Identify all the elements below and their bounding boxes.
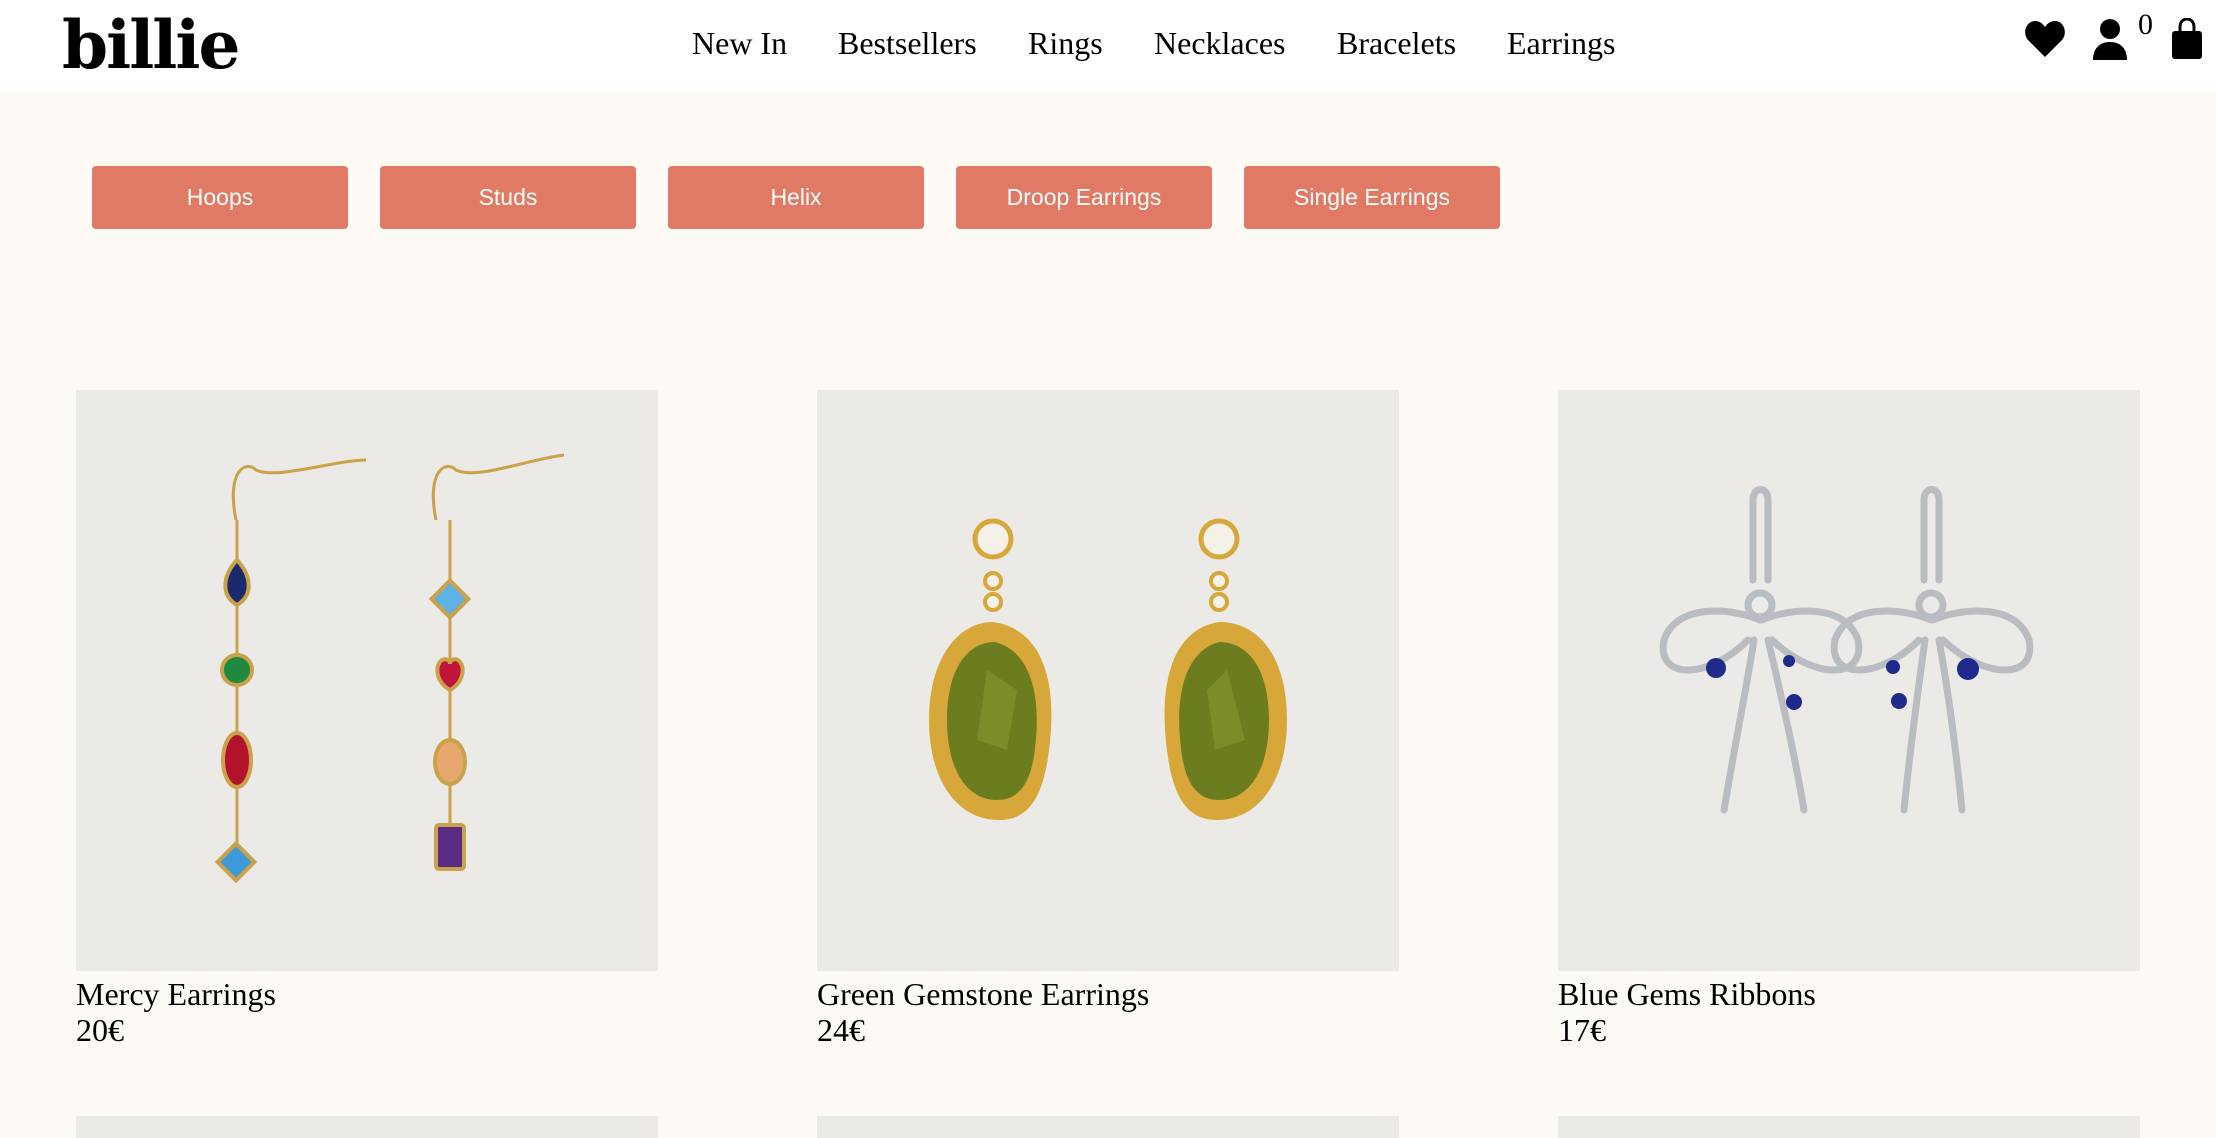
product-image[interactable] [1558, 390, 2140, 971]
filter-studs-button[interactable]: Studs [380, 166, 636, 229]
product-card-partial[interactable] [1558, 1116, 2140, 1138]
main-nav: New In Bestsellers Rings Necklaces Brace… [0, 20, 2216, 70]
product-image[interactable] [817, 390, 1399, 971]
filter-helix-button[interactable]: Helix [668, 166, 924, 229]
green-gemstone-earrings-image [929, 518, 1287, 820]
blue-gems-ribbons-image [1659, 486, 2034, 814]
product-name[interactable]: Mercy Earrings [76, 974, 276, 1014]
product-price: 17€ [1558, 1012, 1606, 1048]
product-card-blue-gems-ribbons[interactable]: Blue Gems Ribbons 17€ [1558, 390, 2140, 1048]
nav-bestsellers[interactable]: Bestsellers [838, 20, 977, 66]
product-price: 24€ [817, 1012, 865, 1048]
heart-icon[interactable] [2024, 20, 2066, 58]
nav-necklaces[interactable]: Necklaces [1154, 20, 1285, 66]
nav-new-in[interactable]: New In [692, 20, 787, 66]
nav-bracelets[interactable]: Bracelets [1337, 20, 1456, 66]
product-name[interactable]: Blue Gems Ribbons [1558, 974, 1816, 1014]
filter-hoops-button[interactable]: Hoops [92, 166, 348, 229]
user-icon[interactable] [2092, 18, 2128, 60]
product-card-partial[interactable] [817, 1116, 1399, 1138]
nav-earrings[interactable]: Earrings [1507, 20, 1615, 66]
product-card-green-gemstone-earrings[interactable]: Green Gemstone Earrings 24€ [817, 390, 1399, 1048]
product-image[interactable] [76, 390, 658, 971]
filter-single-earrings-button[interactable]: Single Earrings [1244, 166, 1500, 229]
product-card-mercy-earrings[interactable]: Mercy Earrings 20€ [76, 390, 658, 1048]
product-card-partial[interactable] [76, 1116, 658, 1138]
bag-icon[interactable] [2171, 18, 2203, 60]
product-name[interactable]: Green Gemstone Earrings [817, 974, 1149, 1014]
mercy-earrings-image [214, 453, 565, 884]
cart-count: 0 [2138, 8, 2153, 41]
site-header: billie New In Bestsellers Rings Necklace… [0, 0, 2216, 92]
product-price: 20€ [76, 1012, 124, 1048]
nav-rings[interactable]: Rings [1028, 20, 1103, 66]
filter-droop-earrings-button[interactable]: Droop Earrings [956, 166, 1212, 229]
